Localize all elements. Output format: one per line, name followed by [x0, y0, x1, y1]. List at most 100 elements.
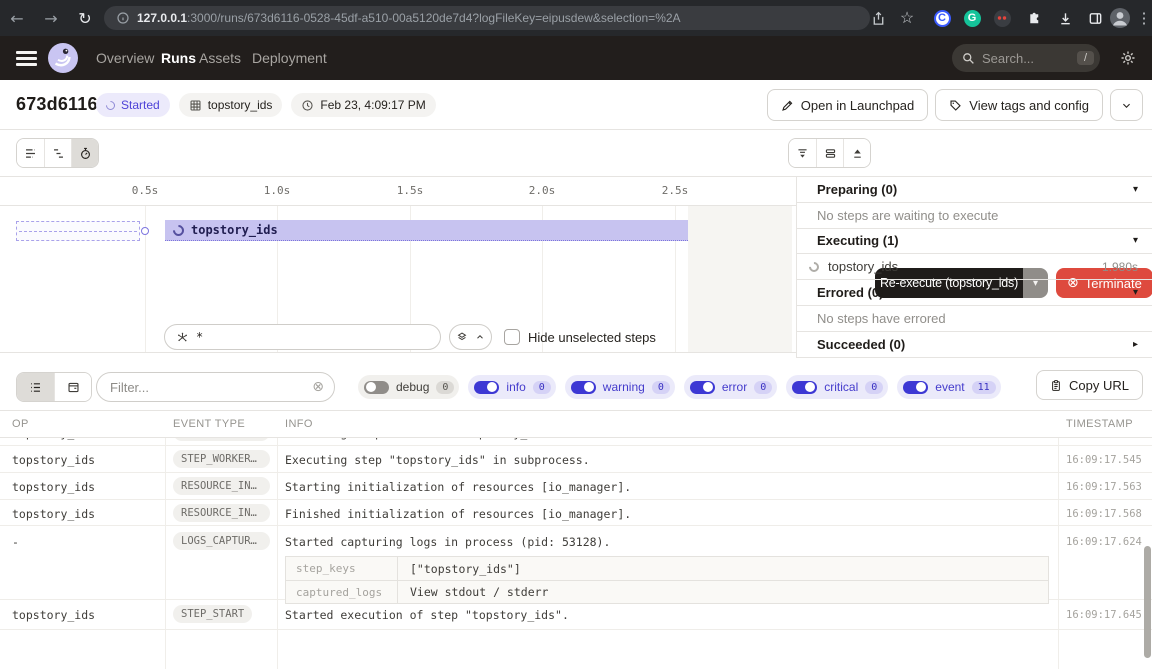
level-toggle-event[interactable]: event 11: [897, 375, 1000, 399]
hide-unselected-label: Hide unselected steps: [528, 330, 656, 345]
open-in-launchpad-button[interactable]: Open in Launchpad: [767, 89, 928, 121]
executing-step-row[interactable]: topstory_ids 1.980s: [797, 254, 1152, 280]
copy-url-button[interactable]: Copy URL: [1036, 370, 1143, 400]
extension-icon-dark[interactable]: [988, 0, 1016, 36]
view-mode-timed-icon[interactable]: [71, 139, 98, 167]
log-info: Executing step "topstory_ids" in subproc…: [285, 453, 590, 467]
log-op: topstory_ids: [12, 438, 95, 440]
toggle-switch: [364, 381, 389, 394]
caret-down-icon: ▾: [1133, 235, 1138, 246]
browser-address-bar[interactable]: 127.0.0.1:3000/runs/673d6116-0528-45df-a…: [104, 6, 870, 30]
log-row-partial[interactable]: topstory_ids STEP_WORKER_STARTI… Launchi…: [0, 438, 1152, 446]
caret-down-icon: ▾: [1133, 184, 1138, 195]
run-status-badge[interactable]: Started: [96, 93, 170, 117]
log-row[interactable]: topstory_ids STEP_START Started executio…: [0, 600, 1152, 630]
nav-item-overview[interactable]: Overview: [96, 36, 154, 80]
empty-state-text: No steps have errored: [817, 311, 1138, 326]
rows-icon[interactable]: [816, 139, 843, 167]
gantt-toolbar: Hide not started steps Re-execute (topst…: [0, 130, 1152, 177]
level-label: event: [935, 380, 964, 394]
dagster-logo[interactable]: [48, 43, 78, 73]
bookmark-star-icon[interactable]: ☆: [893, 0, 921, 36]
browser-reload-icon[interactable]: ↻: [70, 0, 100, 36]
nav-item-runs[interactable]: Runs: [161, 36, 196, 80]
run-more-actions-button[interactable]: [1110, 89, 1143, 121]
level-toggle-debug[interactable]: debug 0: [358, 375, 459, 399]
level-toggle-error[interactable]: error 0: [684, 375, 777, 399]
view-tags-config-button[interactable]: View tags and config: [935, 89, 1103, 121]
step-name: topstory_ids: [828, 259, 1093, 274]
log-level-toggles: debug 0 info 0 warning 0 error 0 critica…: [358, 375, 1001, 399]
event-type-badge: STEP_START: [173, 605, 252, 623]
log-info: Started capturing logs in process (pid: …: [285, 535, 610, 549]
log-row[interactable]: topstory_ids RESOURCE_INIT_STAR… Startin…: [0, 473, 1152, 500]
log-timestamp: 16:09:17.624: [1066, 536, 1142, 548]
download-icon[interactable]: [1051, 0, 1079, 36]
layers-icon: [456, 331, 468, 343]
run-start-time-tag[interactable]: Feb 23, 4:09:17 PM: [291, 93, 435, 117]
browser-forward-icon[interactable]: →: [36, 0, 66, 36]
section-title: Succeeded (0): [817, 337, 1133, 352]
level-count: 0: [436, 381, 454, 394]
metadata-key: step_keys: [286, 557, 398, 580]
run-id: 673d6116: [16, 94, 98, 115]
gantt-step-bar[interactable]: topstory_ids: [165, 220, 688, 241]
step-query-toggle[interactable]: [449, 324, 492, 350]
section-preparing[interactable]: Preparing (0) ▾: [797, 177, 1152, 203]
log-row[interactable]: topstory_ids STEP_WORKER_STARTED Executi…: [0, 446, 1152, 473]
event-type-badge: RESOURCE_INIT_STAR…: [173, 477, 270, 495]
job-grid-icon: [189, 99, 202, 112]
toggle-switch: [571, 381, 596, 394]
extension-icon-blue[interactable]: C: [928, 0, 956, 36]
level-toggle-info[interactable]: info 0: [468, 375, 555, 399]
logs-filter-input[interactable]: [110, 380, 312, 395]
section-errored[interactable]: Errored (0) ▾: [797, 280, 1152, 306]
step-selection-input[interactable]: [196, 330, 429, 344]
global-search[interactable]: /: [952, 44, 1100, 72]
section-succeeded[interactable]: Succeeded (0) ▸: [797, 332, 1152, 358]
logs-scrollbar[interactable]: [1144, 546, 1151, 658]
view-mode-flat-icon[interactable]: [17, 139, 44, 167]
level-toggle-warning[interactable]: warning 0: [565, 375, 675, 399]
step-selection-filter[interactable]: [164, 324, 441, 350]
gear-icon[interactable]: [1120, 50, 1136, 66]
expand-all-icon[interactable]: [843, 139, 870, 167]
axis-tick: 1.5s: [397, 184, 424, 197]
col-info: INFO: [285, 418, 313, 430]
view-stdout-stderr-link[interactable]: View stdout / stderr: [398, 585, 548, 599]
level-label: critical: [824, 380, 858, 394]
toggle-switch: [792, 381, 817, 394]
log-timestamp: 16:09:17.645: [1066, 609, 1142, 621]
log-row[interactable]: topstory_ids RESOURCE_INIT_SUCC… Finishe…: [0, 500, 1152, 526]
view-mode-waterfall-icon[interactable]: [44, 139, 71, 167]
clipboard-icon: [1050, 379, 1062, 392]
level-count: 0: [754, 381, 772, 394]
browser-back-icon[interactable]: ←: [2, 0, 32, 36]
logs-table: OP EVENT TYPE INFO TIMESTAMP topstory_id…: [0, 410, 1152, 669]
log-row-logs-captured[interactable]: - LOGS_CAPTURED Started capturing logs i…: [0, 526, 1152, 600]
logs-list-view-icon[interactable]: [17, 373, 54, 401]
pencil-icon: [781, 99, 794, 112]
search-input[interactable]: [982, 51, 1070, 66]
share-icon[interactable]: [864, 0, 892, 36]
metadata-value: ["topstory_ids"]: [398, 562, 521, 576]
hamburger-menu-icon[interactable]: [16, 51, 37, 66]
section-executing[interactable]: Executing (1) ▾: [797, 229, 1152, 255]
clear-filter-icon[interactable]: ⊗: [312, 379, 324, 395]
job-name-tag[interactable]: topstory_ids: [179, 93, 283, 117]
extension-icon-grammarly[interactable]: G: [958, 0, 986, 36]
section-title: Executing (1): [817, 233, 1133, 248]
gantt-expand-group: [788, 138, 871, 168]
logs-filter[interactable]: ⊗: [96, 372, 335, 402]
nav-item-deployment[interactable]: Deployment: [252, 36, 327, 80]
hide-unselected-checkbox[interactable]: [504, 329, 520, 345]
site-info-icon[interactable]: [116, 11, 130, 25]
level-toggle-critical[interactable]: critical 0: [786, 375, 888, 399]
sidebar-toggle-icon[interactable]: [1081, 0, 1109, 36]
collapse-all-icon[interactable]: [789, 139, 816, 167]
logs-structured-view-icon[interactable]: [54, 373, 91, 401]
extensions-puzzle-icon[interactable]: [1020, 0, 1048, 36]
browser-menu-icon[interactable]: ⋮: [1130, 0, 1152, 36]
gantt-bottom-border: [0, 352, 796, 353]
nav-item-assets[interactable]: Assets: [199, 36, 241, 80]
